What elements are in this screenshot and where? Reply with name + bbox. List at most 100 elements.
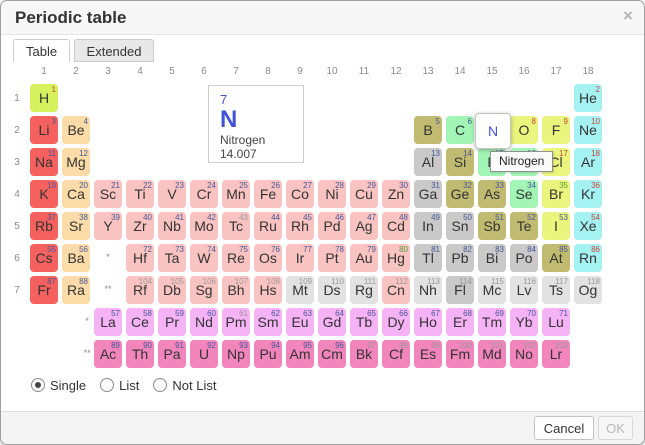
element-cell-Nd[interactable]: Nd60	[190, 308, 218, 336]
element-cell-H[interactable]: H1	[30, 84, 58, 112]
element-cell-Be[interactable]: Be4	[62, 116, 90, 144]
element-cell-Nb[interactable]: Nb41	[158, 212, 186, 240]
element-cell-V[interactable]: V23	[158, 180, 186, 208]
element-cell-Lu[interactable]: Lu71	[542, 308, 570, 336]
cancel-button[interactable]: Cancel	[534, 416, 594, 440]
element-cell-Ds[interactable]: Ds110	[318, 276, 346, 304]
element-cell-Ag[interactable]: Ag47	[350, 212, 378, 240]
element-cell-Bh[interactable]: Bh107	[222, 276, 250, 304]
element-cell-Ar[interactable]: Ar18	[574, 148, 602, 176]
element-cell-Pb[interactable]: Pb82	[446, 244, 474, 272]
element-cell-Zn[interactable]: Zn30	[382, 180, 410, 208]
element-cell-Hg[interactable]: Hg80	[382, 244, 410, 272]
element-cell-Tb[interactable]: Tb65	[350, 308, 378, 336]
element-cell-U[interactable]: U92	[190, 340, 218, 368]
element-cell-Rb[interactable]: Rb37	[30, 212, 58, 240]
element-cell-Dy[interactable]: Dy66	[382, 308, 410, 336]
element-cell-Si[interactable]: Si14	[446, 148, 474, 176]
element-cell-Th[interactable]: Th90	[126, 340, 154, 368]
element-cell-Pa[interactable]: Pa91	[158, 340, 186, 368]
element-cell-O[interactable]: O8	[510, 116, 538, 144]
element-cell-Yb[interactable]: Yb70	[510, 308, 538, 336]
element-cell-Eu[interactable]: Eu63	[286, 308, 314, 336]
element-cell-Mn[interactable]: Mn25	[222, 180, 250, 208]
element-cell-Ti[interactable]: Ti22	[126, 180, 154, 208]
element-cell-Cd[interactable]: Cd48	[382, 212, 410, 240]
element-cell-Fe[interactable]: Fe26	[254, 180, 282, 208]
element-cell-Br[interactable]: Br35	[542, 180, 570, 208]
element-cell-Rf[interactable]: Rf104	[126, 276, 154, 304]
element-cell-Pu[interactable]: Pu94	[254, 340, 282, 368]
element-cell-Tc[interactable]: Tc43	[222, 212, 250, 240]
radio-single[interactable]: Single	[31, 378, 86, 393]
element-cell-Xe[interactable]: Xe54	[574, 212, 602, 240]
element-cell-Zr[interactable]: Zr40	[126, 212, 154, 240]
ok-button[interactable]: OK	[598, 416, 633, 440]
element-cell-C[interactable]: C6	[446, 116, 474, 144]
element-cell-Mo[interactable]: Mo42	[190, 212, 218, 240]
element-cell-Md[interactable]: Md101	[478, 340, 506, 368]
element-cell-Cf[interactable]: Cf98	[382, 340, 410, 368]
radio-icon[interactable]	[153, 378, 167, 392]
element-cell-Ir[interactable]: Ir77	[286, 244, 314, 272]
element-cell-B[interactable]: B5	[414, 116, 442, 144]
element-cell-Ac[interactable]: Ac89	[94, 340, 122, 368]
element-cell-Ga[interactable]: Ga31	[414, 180, 442, 208]
element-cell-Re[interactable]: Re75	[222, 244, 250, 272]
element-cell-Li[interactable]: Li3	[30, 116, 58, 144]
element-cell-Y[interactable]: Y39	[94, 212, 122, 240]
element-cell-Nh[interactable]: Nh113	[414, 276, 442, 304]
element-cell-Cr[interactable]: Cr24	[190, 180, 218, 208]
element-cell-Np[interactable]: Np93	[222, 340, 250, 368]
element-cell-Po[interactable]: Po84	[510, 244, 538, 272]
element-cell-Pr[interactable]: Pr59	[158, 308, 186, 336]
element-cell-Pt[interactable]: Pt78	[318, 244, 346, 272]
element-cell-Cu[interactable]: Cu29	[350, 180, 378, 208]
element-cell-Db[interactable]: Db105	[158, 276, 186, 304]
element-cell-Mg[interactable]: Mg12	[62, 148, 90, 176]
element-cell-Al[interactable]: Al13	[414, 148, 442, 176]
element-cell-N[interactable]: N	[475, 113, 511, 149]
element-cell-K[interactable]: K19	[30, 180, 58, 208]
element-cell-Ne[interactable]: Ne10	[574, 116, 602, 144]
radio-icon[interactable]	[31, 378, 45, 392]
element-cell-Tm[interactable]: Tm69	[478, 308, 506, 336]
element-cell-Lv[interactable]: Lv116	[510, 276, 538, 304]
element-cell-Mc[interactable]: Mc115	[478, 276, 506, 304]
element-cell-Rh[interactable]: Rh45	[286, 212, 314, 240]
element-cell-At[interactable]: At85	[542, 244, 570, 272]
element-cell-Na[interactable]: Na11	[30, 148, 58, 176]
element-cell-Rg[interactable]: Rg111	[350, 276, 378, 304]
element-cell-Tl[interactable]: Tl81	[414, 244, 442, 272]
element-cell-Hs[interactable]: Hs108	[254, 276, 282, 304]
element-cell-Sm[interactable]: Sm62	[254, 308, 282, 336]
element-cell-Hf[interactable]: Hf72	[126, 244, 154, 272]
element-cell-Bi[interactable]: Bi83	[478, 244, 506, 272]
element-cell-Gd[interactable]: Gd64	[318, 308, 346, 336]
element-cell-Ts[interactable]: Ts117	[542, 276, 570, 304]
element-cell-Mt[interactable]: Mt109	[286, 276, 314, 304]
element-cell-In[interactable]: In49	[414, 212, 442, 240]
radio-not-list[interactable]: Not List	[153, 378, 216, 393]
element-cell-W[interactable]: W74	[190, 244, 218, 272]
element-cell-Lr[interactable]: Lr103	[542, 340, 570, 368]
radio-list[interactable]: List	[100, 378, 139, 393]
element-cell-Fr[interactable]: Fr87	[30, 276, 58, 304]
element-cell-F[interactable]: F9	[542, 116, 570, 144]
element-cell-Ra[interactable]: Ra88	[62, 276, 90, 304]
element-cell-Ho[interactable]: Ho67	[414, 308, 442, 336]
element-cell-Pd[interactable]: Pd46	[318, 212, 346, 240]
radio-icon[interactable]	[100, 378, 114, 392]
element-cell-Rn[interactable]: Rn86	[574, 244, 602, 272]
element-cell-Es[interactable]: Es99	[414, 340, 442, 368]
element-cell-Er[interactable]: Er68	[446, 308, 474, 336]
element-cell-Bk[interactable]: Bk97	[350, 340, 378, 368]
element-cell-Og[interactable]: Og118	[574, 276, 602, 304]
element-cell-Cn[interactable]: Cn112	[382, 276, 410, 304]
element-cell-Ba[interactable]: Ba56	[62, 244, 90, 272]
element-cell-Ta[interactable]: Ta73	[158, 244, 186, 272]
element-cell-Au[interactable]: Au79	[350, 244, 378, 272]
element-cell-No[interactable]: No102	[510, 340, 538, 368]
element-cell-Se[interactable]: Se34	[510, 180, 538, 208]
element-cell-Sr[interactable]: Sr38	[62, 212, 90, 240]
